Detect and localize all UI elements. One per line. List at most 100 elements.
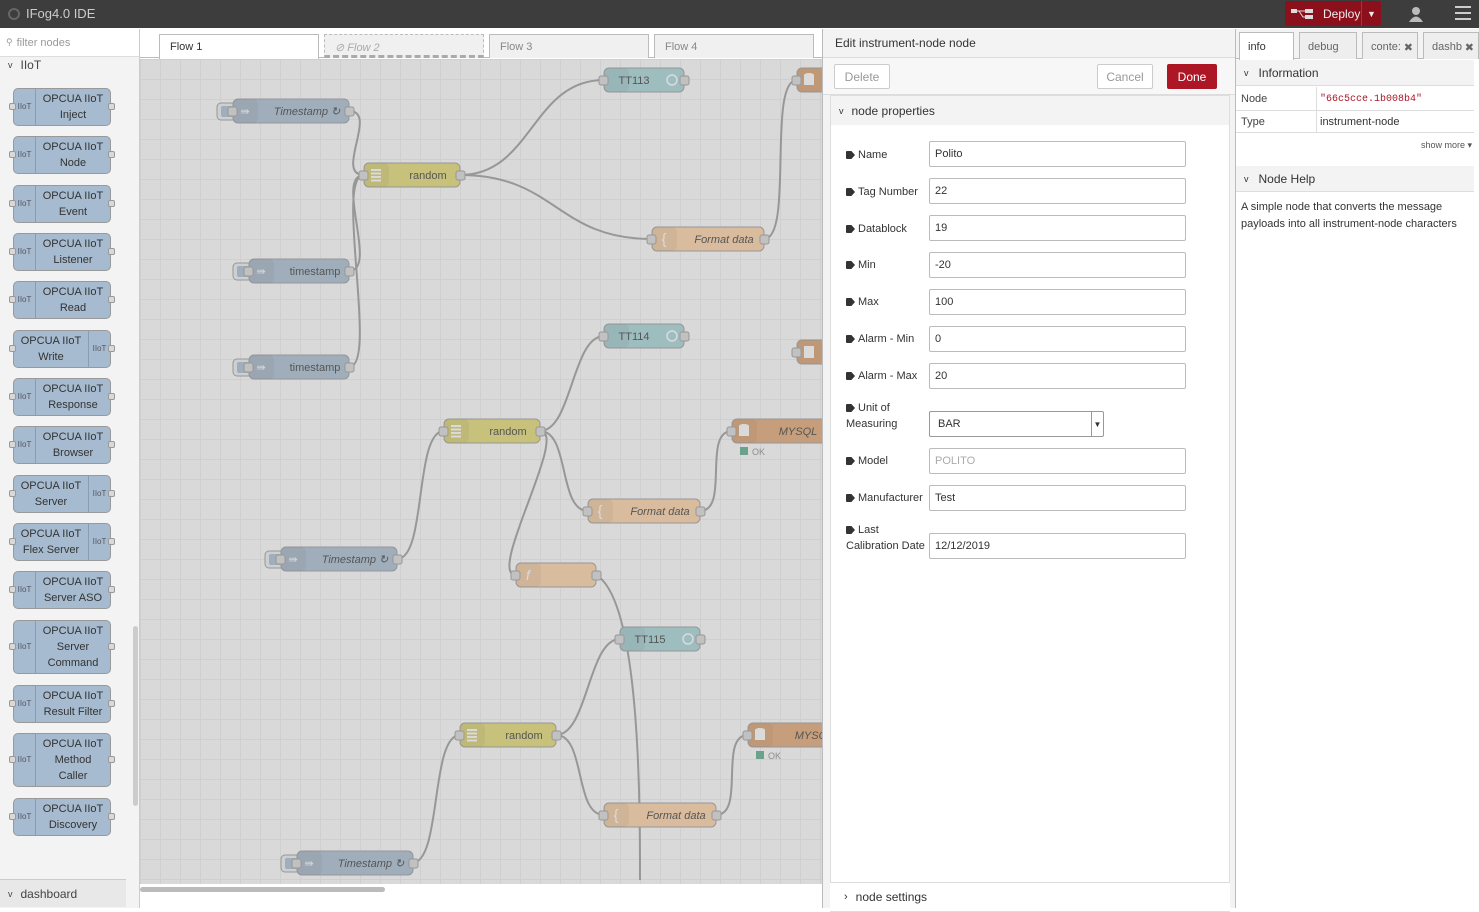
- section-label: node properties: [851, 103, 935, 118]
- palette-node-label: OPCUA IIoT Result Filter: [36, 688, 110, 720]
- category-dashboard[interactable]: v dashboard: [0, 879, 126, 907]
- tab-flow-2[interactable]: ⊘ Flow 2: [324, 34, 484, 58]
- max-field[interactable]: 100: [929, 289, 1186, 315]
- information-header[interactable]: v Information: [1236, 60, 1474, 86]
- palette-node-opcua-read[interactable]: IIoT OPCUA IIoT Read: [9, 281, 115, 319]
- port: [108, 538, 115, 545]
- palette-node-opcua-inject[interactable]: IIoT OPCUA IIoT Inject: [9, 88, 115, 126]
- node-palette: ⚲ filter nodes v IIoT IIoT OPCUA IIoT Inje…: [0, 29, 140, 908]
- label-text: Last: [858, 524, 879, 536]
- palette-node-label: OPCUA IIoT Server Command: [36, 623, 110, 671]
- palette-node-opcua-response[interactable]: IIoT OPCUA IIoT Response: [9, 378, 115, 416]
- deploy-dropdown-icon[interactable]: ▼: [1361, 1, 1381, 26]
- palette-node-opcua-flex-server[interactable]: OPCUA IIoT Flex Server IIoT: [9, 523, 115, 561]
- palette-node-label: OPCUA IIoT Server: [14, 478, 88, 510]
- port: [108, 756, 115, 763]
- name-field[interactable]: Polito: [929, 141, 1186, 167]
- iiot-icon: IIoT: [88, 331, 110, 367]
- palette-node-label: OPCUA IIoT Write: [14, 333, 88, 365]
- tag-icon: [846, 372, 855, 380]
- edit-node-tray: Edit instrument-node node Delete Cancel …: [822, 29, 1236, 912]
- category-label: dashboard: [20, 886, 78, 901]
- tray-toolbar: Delete Cancel Done: [823, 57, 1236, 95]
- section-node-properties[interactable]: v node properties: [831, 96, 1229, 125]
- deploy-button[interactable]: Deploy ▼: [1285, 1, 1381, 26]
- tag-icon: [846, 494, 855, 502]
- close-icon[interactable]: ✖: [1465, 41, 1474, 54]
- alarm-max-label: Alarm - Max: [846, 368, 917, 384]
- hamburger-menu-icon[interactable]: [1455, 6, 1471, 22]
- category-label: IIoT: [20, 58, 42, 72]
- port: [9, 345, 16, 352]
- palette-node-opcua-listener[interactable]: IIoT OPCUA IIoT Listener: [9, 233, 115, 271]
- workspace: Flow 1 ⊘ Flow 2 Flow 3 Flow 4 TT113 TT114…: [140, 29, 822, 908]
- iiot-icon: IIoT: [88, 476, 110, 512]
- palette-node-label: OPCUA IIoT Browser: [36, 429, 110, 461]
- palette-node-opcua-server[interactable]: OPCUA IIoT Server IIoT: [9, 475, 115, 513]
- datablock-field[interactable]: 19: [929, 215, 1186, 241]
- min-field[interactable]: -20: [929, 252, 1186, 278]
- tab-flow-4[interactable]: Flow 4: [654, 34, 814, 58]
- dropdown-arrow-icon: ▼: [1091, 412, 1103, 436]
- show-more-link[interactable]: show more ▾: [1421, 140, 1472, 151]
- filter-nodes-input[interactable]: ⚲ filter nodes: [0, 29, 139, 57]
- palette-node-opcua-browser[interactable]: IIoT OPCUA IIoT Browser: [9, 426, 115, 464]
- unit-select[interactable]: BAR ▼: [929, 411, 1104, 437]
- port: [9, 151, 16, 158]
- port: [108, 296, 115, 303]
- palette-node-opcua-node[interactable]: IIoT OPCUA IIoT Node: [9, 136, 115, 174]
- label-line: OPCUA IIoT: [42, 576, 104, 588]
- tag-icon: [846, 457, 855, 465]
- palette-node-opcua-server-aso[interactable]: IIoT OPCUA IIoT Server ASO: [9, 571, 115, 609]
- palette-node-opcua-server[interactable]: IIoT OPCUA IIoT Server Command: [9, 620, 115, 674]
- palette-scrollbar[interactable]: [133, 626, 138, 806]
- palette-node-label: OPCUA IIoT Read: [36, 284, 110, 316]
- label-text: Name: [858, 149, 888, 161]
- label-line: OPCUA IIoT: [42, 625, 104, 637]
- filter-placeholder: filter nodes: [16, 36, 71, 49]
- tag-icon: [846, 225, 855, 233]
- port: [9, 756, 16, 763]
- logo-icon: [8, 7, 20, 20]
- node-help-header[interactable]: v Node Help: [1236, 166, 1474, 192]
- calibration-label: Last Calibration Date: [846, 522, 925, 554]
- alarm-min-field[interactable]: 0: [929, 326, 1186, 352]
- palette-node-label: OPCUA IIoT Listener: [36, 236, 110, 268]
- palette-node-opcua-write[interactable]: OPCUA IIoT Write IIoT: [9, 330, 115, 368]
- node-id-value: "66c5cce.1b008b4": [1320, 94, 1423, 105]
- iiot-icon: IIoT: [14, 686, 36, 722]
- palette-node-label: OPCUA IIoT Response: [36, 381, 110, 413]
- close-icon[interactable]: ✖: [1404, 41, 1413, 54]
- delete-button[interactable]: Delete: [834, 64, 890, 89]
- iiot-icon: IIoT: [14, 234, 36, 270]
- tab-debug[interactable]: debug: [1299, 32, 1357, 59]
- tab-info[interactable]: info: [1239, 32, 1294, 60]
- port: [108, 345, 115, 352]
- tag-number-field[interactable]: 22: [929, 178, 1186, 204]
- canvas-scrollbar[interactable]: [140, 887, 385, 892]
- label-line: Server ASO: [43, 592, 103, 604]
- user-icon[interactable]: [1405, 5, 1427, 23]
- model-field[interactable]: POLITO: [929, 448, 1186, 474]
- palette-node-opcua-method[interactable]: IIoT OPCUA IIoT Method Caller: [9, 733, 115, 787]
- unit-select-value: BAR: [938, 418, 961, 430]
- palette-node-opcua-discovery[interactable]: IIoT OPCUA IIoT Discovery: [9, 798, 115, 836]
- tab-flow-1[interactable]: Flow 1: [159, 34, 319, 59]
- calibration-date-field[interactable]: 12/12/2019: [929, 533, 1186, 559]
- port: [108, 643, 115, 650]
- label-line: Browser: [52, 447, 94, 459]
- tab-context[interactable]: conte: ✖: [1362, 32, 1418, 59]
- palette-node-opcua-event[interactable]: IIoT OPCUA IIoT Event: [9, 185, 115, 223]
- tab-flow-3[interactable]: Flow 3: [489, 34, 649, 58]
- manufacturer-field[interactable]: Test: [929, 485, 1186, 511]
- palette-node-opcua-result-filter[interactable]: IIoT OPCUA IIoT Result Filter: [9, 685, 115, 723]
- category-iiot[interactable]: v IIoT: [0, 57, 139, 73]
- label-line: Node: [59, 157, 87, 169]
- cancel-button[interactable]: Cancel: [1097, 64, 1153, 89]
- tab-label: dashb: [1432, 41, 1462, 53]
- port: [108, 813, 115, 820]
- iiot-icon: IIoT: [14, 799, 36, 835]
- alarm-max-field[interactable]: 20: [929, 363, 1186, 389]
- done-button[interactable]: Done: [1167, 64, 1217, 89]
- tab-dashboard[interactable]: dashb ✖: [1423, 32, 1479, 59]
